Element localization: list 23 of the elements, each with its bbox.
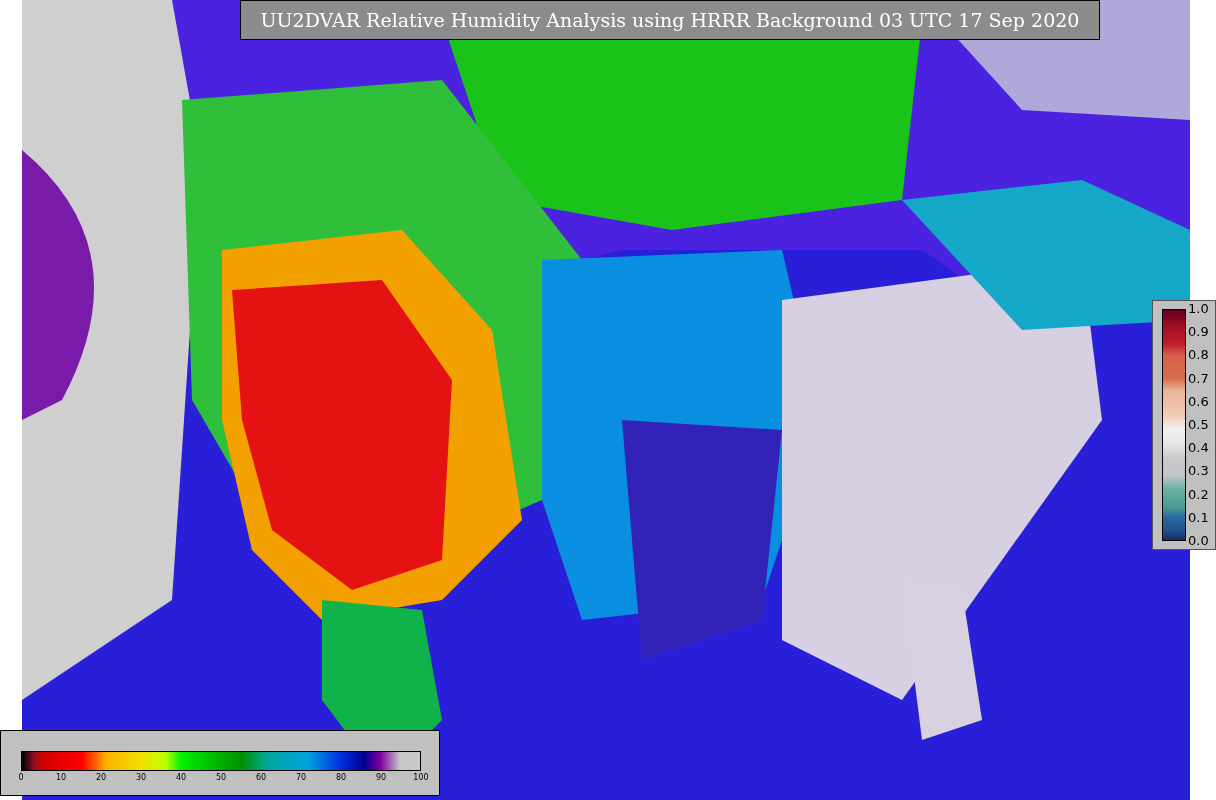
tick-label: 0.5: [1188, 416, 1209, 433]
tick-label: 30: [135, 773, 147, 783]
tick-label: 100: [413, 773, 429, 783]
tick-label: 50: [215, 773, 227, 783]
tick-label: 20: [95, 773, 107, 783]
tick-label: 70: [295, 773, 307, 783]
tick-label: 1.0: [1188, 301, 1209, 317]
tick-label: 0.4: [1188, 440, 1209, 457]
map-title: UU2DVAR Relative Humidity Analysis using HRRR Background 03 UTC 17 Sep 2020: [240, 0, 1100, 40]
tick-label: 0.0: [1188, 532, 1209, 549]
tick-label: 0.1: [1188, 509, 1209, 526]
tick-label: 90: [375, 773, 387, 783]
tick-label: 60: [255, 773, 267, 783]
tick-label: 80: [335, 773, 347, 783]
tick-label: 0.7: [1188, 370, 1209, 387]
tick-label: 0.9: [1188, 324, 1209, 341]
tick-label: 0.6: [1188, 393, 1209, 410]
tick-label: 10: [55, 773, 67, 783]
tick-label: 0: [18, 773, 24, 783]
tick-label: 40: [175, 773, 187, 783]
tick-label: 0.8: [1188, 347, 1209, 364]
tick-label: 0.3: [1188, 463, 1209, 480]
tick-label: 0.2: [1188, 486, 1209, 503]
